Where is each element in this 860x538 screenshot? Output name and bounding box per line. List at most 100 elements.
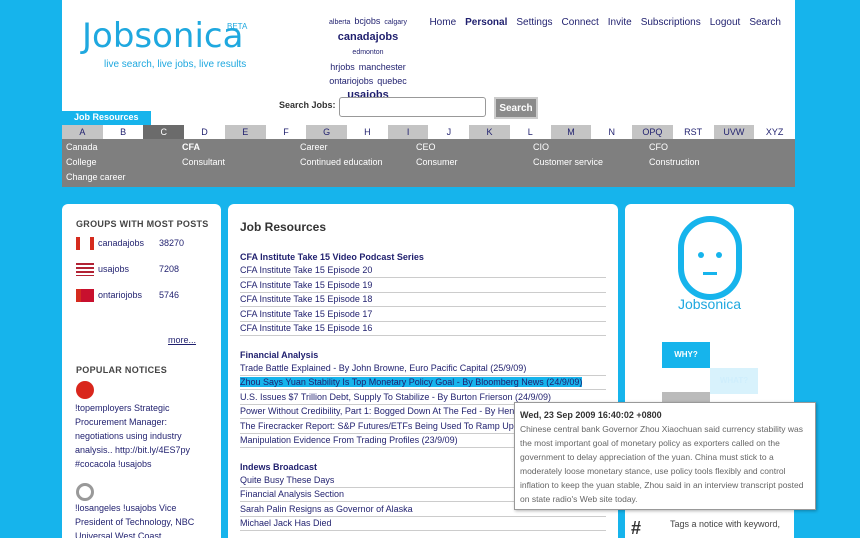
brand-label: Jobsonica [677, 296, 742, 312]
resource-link-text: Trade Battle Explained - By John Browne,… [240, 362, 527, 373]
resource-link[interactable]: Zhou Says Yuan Stability Is Top Monetary… [240, 375, 606, 390]
resource-link[interactable]: Michael Jack Has Died [240, 516, 606, 531]
tooltip-date: Wed, 23 Sep 2009 16:40:02 +0800 [520, 410, 662, 420]
resource-link-text: U.S. Issues $7 Trillion Debt, Supply To … [240, 391, 551, 402]
alphabet-letter[interactable]: G [306, 125, 348, 139]
section-title: Financial Analysis [240, 349, 319, 360]
search-label: Search Jobs: [279, 100, 336, 110]
category-link[interactable]: Consultant [182, 157, 225, 167]
tag-link[interactable]: ontariojobs [329, 74, 373, 88]
alphabet-letter[interactable]: H [347, 125, 388, 139]
resource-link[interactable]: Trade Battle Explained - By John Browne,… [240, 361, 606, 376]
alphabet-letter[interactable]: C [143, 125, 185, 139]
hash-icon: # [631, 518, 642, 538]
news-tooltip: Wed, 23 Sep 2009 16:40:02 +0800 Chinese … [514, 402, 816, 510]
tag-link[interactable]: hrjobs [330, 60, 355, 74]
what-button[interactable]: WHAT? [710, 368, 758, 394]
alphabet-letter[interactable]: M [550, 125, 592, 139]
notice-item[interactable]: !losangeles !usajobs Vice President of T… [75, 501, 211, 538]
nav-link-logout[interactable]: Logout [710, 17, 741, 28]
category-link[interactable]: Career [300, 142, 328, 152]
tag-link[interactable]: calgary [384, 16, 407, 30]
alphabet-letter[interactable]: L [509, 125, 551, 139]
alphabet-letter[interactable]: RST [672, 125, 714, 139]
alphabet-letter[interactable]: XYZ [754, 125, 795, 139]
losangeles-avatar[interactable] [76, 483, 94, 501]
category-link[interactable]: Construction [649, 157, 700, 167]
category-link[interactable]: CIO [533, 142, 549, 152]
cocacola-avatar[interactable] [76, 381, 94, 399]
alphabet-letter[interactable]: A [62, 125, 103, 139]
resource-link-text: The Firecracker Report: S&P Futures/ETFs… [240, 420, 514, 431]
group-count: 38270 [159, 238, 185, 248]
group-count: 7208 [159, 264, 180, 274]
page-title: Job Resources [240, 220, 327, 234]
resource-link[interactable]: CFA Institute Take 15 Episode 20 [240, 263, 606, 278]
flag-icon [76, 237, 94, 250]
group-count: 5746 [159, 290, 180, 300]
tag-link[interactable]: canadajobs [338, 30, 399, 44]
category-link[interactable]: Consumer [416, 157, 458, 167]
category-menu: Canada CFA Career CEO CIO CFO College Consultan… [62, 139, 795, 187]
mouth-icon [703, 272, 717, 275]
resource-link[interactable]: CFA Institute Take 15 Episode 18 [240, 292, 606, 307]
mascot-face-icon [678, 216, 742, 300]
search-button[interactable]: Search [494, 97, 538, 119]
group-name[interactable]: usajobs [98, 264, 158, 274]
resource-link[interactable]: CFA Institute Take 15 Episode 17 [240, 307, 606, 322]
nav-link-personal[interactable]: Personal [465, 17, 507, 28]
resource-link-text: CFA Institute Take 15 Episode 20 [240, 265, 373, 275]
category-link[interactable]: CFO [649, 142, 668, 152]
alphabet-letter[interactable]: D [184, 125, 225, 139]
tag-link[interactable]: quebec [377, 74, 407, 88]
eye-icon [698, 252, 704, 258]
alphabet-bar: A B C D E F G H I J K L M N OPQ RST UVW XYZ [62, 125, 795, 139]
resource-link-text: Michael Jack Has Died [240, 518, 332, 528]
group-name[interactable]: canadajobs [98, 238, 158, 248]
alphabet-letter[interactable]: UVW [713, 125, 755, 139]
category-link[interactable]: Continued education [300, 157, 383, 167]
tagline: live search, live jobs, live results [104, 59, 247, 70]
why-button[interactable]: WHY? [662, 342, 710, 368]
tag-link[interactable]: bcjobs [354, 14, 380, 28]
group-name[interactable]: ontariojobs [98, 290, 158, 300]
alphabet-letter[interactable]: J [428, 125, 470, 139]
category-link[interactable]: College [66, 157, 97, 167]
alphabet-letter[interactable]: N [591, 125, 633, 139]
category-link[interactable]: Customer service [533, 157, 603, 167]
section-title: Indews Broadcast [240, 461, 318, 472]
resource-link-text: Power Without Credibility, Part 1: Bogge… [240, 406, 522, 416]
tag-link[interactable]: edmonton [352, 46, 383, 60]
nav-link-search[interactable]: Search [749, 17, 781, 28]
resource-link-text: CFA Institute Take 15 Episode 18 [240, 294, 373, 304]
tooltip-body: Chinese central bank Governor Zhou Xiaoc… [520, 424, 804, 504]
alphabet-letter[interactable]: F [265, 125, 307, 139]
resource-link-text: Manipulation Evidence From Trading Profi… [240, 435, 458, 445]
alphabet-letter[interactable]: B [102, 125, 144, 139]
resource-link[interactable]: CFA Institute Take 15 Episode 16 [240, 321, 606, 336]
nav-link-home[interactable]: Home [429, 17, 456, 28]
alphabet-letter[interactable]: OPQ [632, 125, 673, 139]
resource-link[interactable]: CFA Institute Take 15 Episode 19 [240, 278, 606, 293]
alphabet-letter[interactable]: E [224, 125, 266, 139]
search-input[interactable] [339, 97, 486, 117]
notice-item[interactable]: !topemployers Strategic Procurement Mana… [75, 401, 207, 471]
resource-link-text: Sarah Palin Resigns as Governor of Alask… [240, 503, 413, 514]
tag-link[interactable]: alberta [329, 16, 350, 30]
nav-link-invite[interactable]: Invite [608, 17, 632, 28]
resource-link-text: Quite Busy These Days [240, 474, 335, 485]
category-link[interactable]: CFA [182, 142, 200, 152]
header: Jobsonica BETA live search, live jobs, l… [62, 0, 795, 125]
category-link[interactable]: CEO [416, 142, 436, 152]
nav-link-settings[interactable]: Settings [516, 17, 552, 28]
logo[interactable]: Jobsonica [82, 16, 243, 56]
alphabet-letter[interactable]: K [469, 125, 510, 139]
groups-more-link[interactable]: more... [168, 335, 196, 345]
nav-link-connect[interactable]: Connect [562, 17, 599, 28]
category-link[interactable]: Canada [66, 142, 98, 152]
category-link[interactable]: Change career [66, 172, 126, 182]
nav-link-subscriptions[interactable]: Subscriptions [641, 17, 701, 28]
alphabet-letter[interactable]: I [387, 125, 429, 139]
job-resources-tab[interactable]: Job Resources [62, 111, 151, 125]
tag-link[interactable]: manchester [359, 60, 406, 74]
